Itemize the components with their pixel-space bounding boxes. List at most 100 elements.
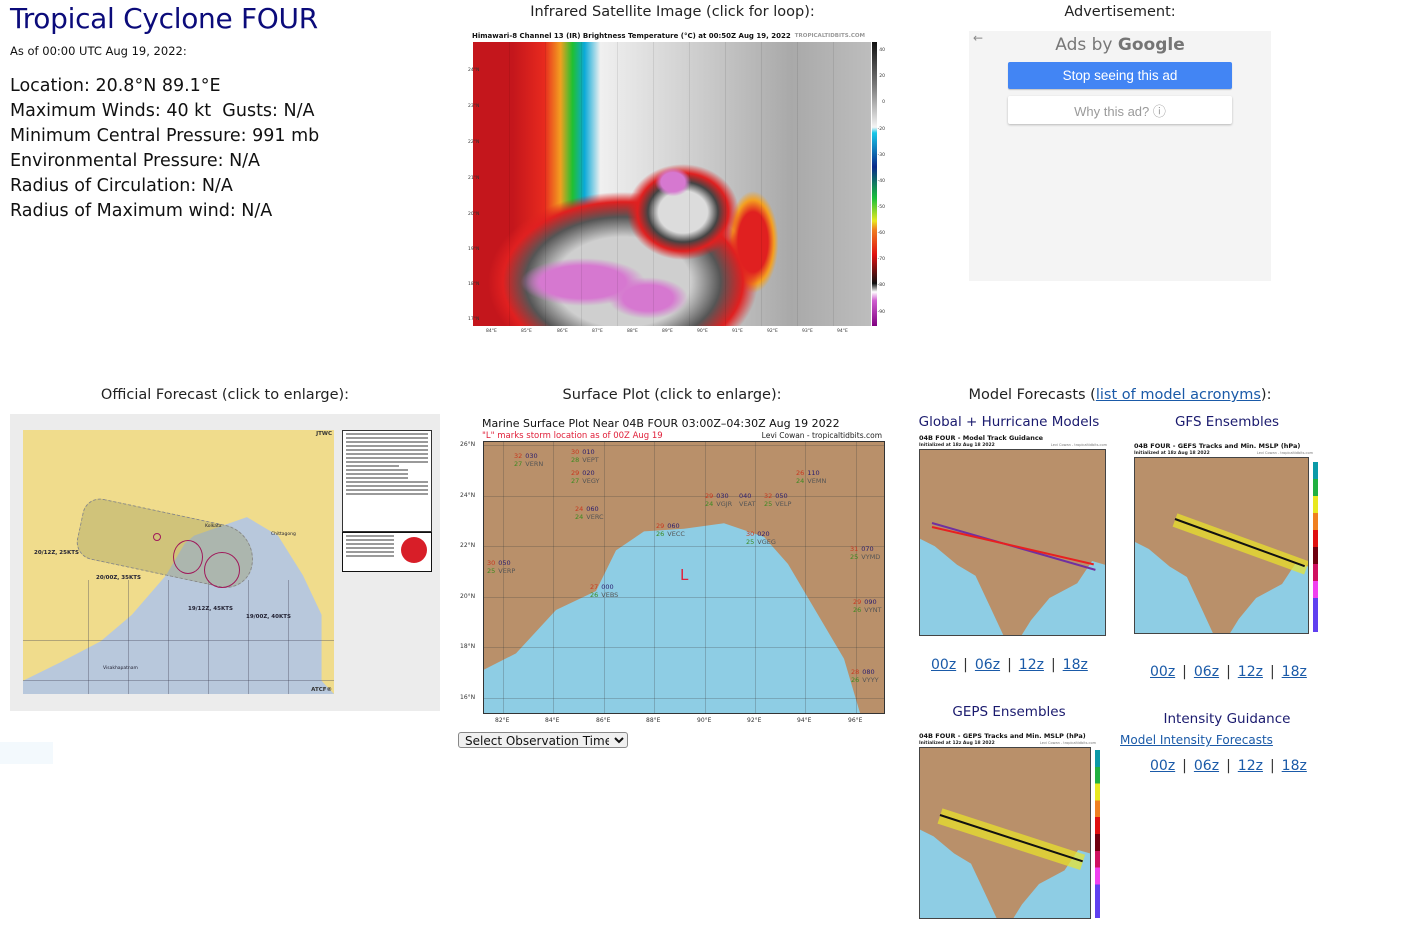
geps-tracks-image[interactable]: 04B FOUR - GEPS Tracks and Min. MSLP (hP… <box>918 732 1110 922</box>
ir-cb-tick: -50 <box>877 205 885 210</box>
ir-cb-tick: -60 <box>877 231 885 236</box>
ir-cb-tick: -30 <box>877 153 885 158</box>
station-obs: 29 020 27 VEGY <box>571 469 600 485</box>
why-this-ad-button[interactable]: Why this ad? ⓘ <box>1008 96 1232 124</box>
surface-plot-map[interactable]: L 32 030 27 VERN 30 010 28 VEPT 29 020 27 VEGY 24… <box>483 441 885 714</box>
run-link-12z[interactable]: 12z <box>1019 657 1044 673</box>
ir-brand: TROPICALTIDBITS.COM <box>794 33 865 39</box>
geps-colorbar <box>1095 750 1100 918</box>
sfc-lat-tick: 22°N <box>460 542 476 549</box>
ir-cb-tick: 40 <box>879 48 885 53</box>
ir-cb-tick: -40 <box>877 179 885 184</box>
gefs-tracks-image[interactable]: 04B FOUR - GEFS Tracks and Min. MSLP (hP… <box>1133 442 1331 638</box>
station-obs: 30 020 25 VGEG <box>746 530 776 546</box>
ir-lon-tick: 86°E <box>557 329 568 334</box>
storm-location: Location: 20.8°N 89.1°E <box>10 76 221 96</box>
ads-by-label: Ads by <box>1055 35 1113 55</box>
ir-lon-tick: 94°E <box>837 329 848 334</box>
ir-lat-tick: 22°N <box>468 140 480 145</box>
station-obs: 28 080 26 VYYY <box>851 668 879 684</box>
advisory-text-box <box>342 430 432 532</box>
ir-cb-tick: -20 <box>877 127 885 132</box>
storm-radius-circulation: Radius of Circulation: N/A <box>10 176 233 196</box>
run-link-00z[interactable]: 00z <box>931 657 956 673</box>
run-link-06z[interactable]: 06z <box>1194 758 1219 774</box>
gfs-ensembles-run-links: 00z | 06z | 12z | 18z <box>1150 664 1307 680</box>
geps-map <box>919 747 1091 919</box>
ir-cb-tick: 20 <box>879 74 885 79</box>
run-link-12z[interactable]: 12z <box>1238 664 1263 680</box>
sfc-lat-tick: 26°N <box>460 441 476 448</box>
track-label: 19/12Z, 45KTS <box>188 606 233 612</box>
google-logo: Google <box>1117 35 1185 55</box>
sfc-lon-tick: 96°E <box>848 717 863 724</box>
station-obs: 29 060 26 VECC <box>656 522 685 538</box>
ir-cb-tick: -90 <box>877 310 885 315</box>
wind-radius-19-00z <box>204 552 240 588</box>
empty-placeholder <box>0 742 53 764</box>
gfs-ensembles-heading: GFS Ensembles <box>1174 414 1280 430</box>
ir-map <box>473 42 871 326</box>
storm-min-pressure: Minimum Central Pressure: 991 mb <box>10 126 320 146</box>
wind-radius-20-00z <box>153 533 161 541</box>
run-link-18z[interactable]: 18z <box>1063 657 1088 673</box>
run-link-12z[interactable]: 12z <box>1238 758 1263 774</box>
station-obs: 29 090 26 VYNT <box>853 598 882 614</box>
station-obs: 29 030 24 VGJR <box>705 492 733 508</box>
model-intensity-forecasts-link[interactable]: Model Intensity Forecasts <box>1120 733 1273 747</box>
atcf-tag: ATCF® <box>311 687 332 693</box>
ir-lat-tick: 18°N <box>468 282 480 287</box>
model-track-map <box>919 449 1106 636</box>
jtwc-tag: JTWC <box>316 431 332 437</box>
sfc-lat-tick: 18°N <box>460 643 476 650</box>
track-label: 19/00Z, 40KTS <box>246 614 291 620</box>
run-link-00z[interactable]: 00z <box>1150 664 1175 680</box>
run-link-18z[interactable]: 18z <box>1282 664 1307 680</box>
storm-title: Tropical Cyclone FOUR <box>10 2 318 35</box>
ir-lat-tick: 19°N <box>468 247 480 252</box>
ir-lon-tick: 91°E <box>732 329 743 334</box>
run-link-06z[interactable]: 06z <box>1194 664 1219 680</box>
sfc-lat-tick: 16°N <box>460 694 476 701</box>
jtwc-logo-icon <box>401 537 427 563</box>
sfc-lon-tick: 94°E <box>797 717 812 724</box>
station-obs: 31 070 25 VYMD <box>850 545 881 561</box>
run-link-18z[interactable]: 18z <box>1282 758 1307 774</box>
place-label: Chittagong <box>271 532 296 537</box>
ir-colorbar <box>872 42 877 326</box>
ir-satellite-image[interactable]: Himawari-8 Channel 13 (IR) Brightness Te… <box>468 32 885 340</box>
ir-lon-tick: 87°E <box>592 329 603 334</box>
station-obs: 26 110 24 VEMN <box>796 469 827 485</box>
sfc-lat-tick: 20°N <box>460 593 476 600</box>
station-obs: 30 010 28 VEPT <box>571 448 599 464</box>
station-obs: 27 000 26 VEBS <box>590 583 619 599</box>
sfc-lon-tick: 86°E <box>596 717 611 724</box>
run-link-00z[interactable]: 00z <box>1150 758 1175 774</box>
station-obs: 24 060 24 VERC <box>575 505 604 521</box>
ir-lon-tick: 89°E <box>662 329 673 334</box>
stop-seeing-ad-button[interactable]: Stop seeing this ad <box>1008 62 1232 89</box>
surface-plot-title: Marine Surface Plot Near 04B FOUR 03:00Z… <box>482 417 840 430</box>
global-models-run-links: 00z | 06z | 12z | 18z <box>931 657 1088 673</box>
ad-box: ← Ads by Google Stop seeing this ad Why … <box>969 31 1271 281</box>
ir-caption: Himawari-8 Channel 13 (IR) Brightness Te… <box>472 32 791 40</box>
observation-time-select[interactable]: Select Observation Time... <box>458 732 628 748</box>
official-forecast-image[interactable]: 20/12Z, 25KTS 20/00Z, 35KTS 19/12Z, 45KT… <box>10 414 440 711</box>
model-acronyms-link[interactable]: list of model acronyms <box>1096 387 1261 403</box>
ir-lon-tick: 85°E <box>521 329 532 334</box>
sfc-lon-tick: 92°E <box>747 717 762 724</box>
ir-lat-tick: 24°N <box>468 68 480 73</box>
sfc-lon-tick: 90°E <box>697 717 712 724</box>
station-obs: 040 VEAT <box>739 492 756 508</box>
run-link-06z[interactable]: 06z <box>975 657 1000 673</box>
storm-max-winds: Maximum Winds: 40 kt Gusts: N/A <box>10 101 315 121</box>
ir-lat-tick: 17°N <box>468 317 480 322</box>
intensity-guidance-heading: Intensity Guidance <box>1163 711 1291 727</box>
ir-lat-tick: 21°N <box>468 176 480 181</box>
ir-lon-tick: 93°E <box>802 329 813 334</box>
sfc-lon-tick: 88°E <box>646 717 661 724</box>
ir-lon-tick: 92°E <box>767 329 778 334</box>
model-track-guidance-image[interactable]: 04B FOUR - Model Track Guidance Initiali… <box>918 434 1108 640</box>
ir-lon-tick: 84°E <box>486 329 497 334</box>
sfc-lat-tick: 24°N <box>460 492 476 499</box>
